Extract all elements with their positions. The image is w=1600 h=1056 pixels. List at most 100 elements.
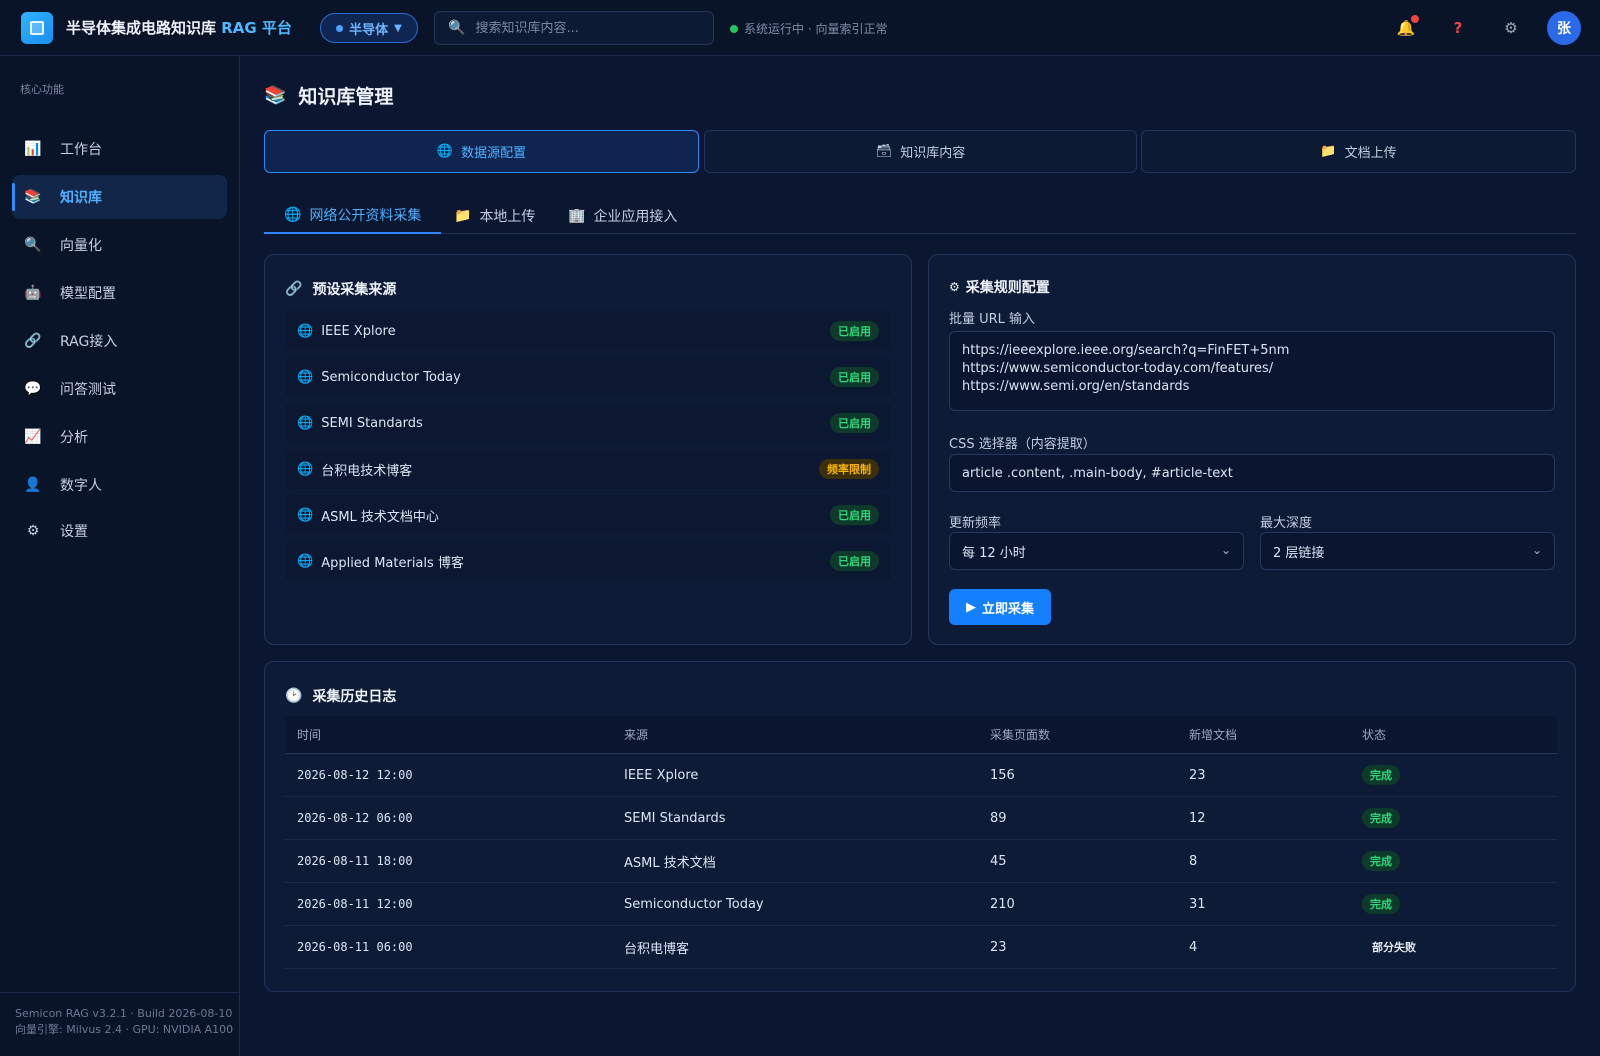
gear-icon: ⚙ — [949, 280, 960, 294]
run-crawl-label: 立即采集 — [981, 601, 1034, 617]
play-icon: ▶ — [965, 599, 976, 615]
cell-source: 台积电博客 — [624, 941, 690, 957]
notification-badge — [1411, 15, 1419, 23]
source-name: IEEE Xplore — [321, 323, 396, 339]
sidebar-item-label: 数字人 — [60, 478, 102, 494]
subtab-label: 网络公开资料采集 — [309, 208, 422, 224]
page-title-text: 知识库管理 — [298, 86, 394, 108]
status-badge: 频率限制 — [819, 459, 879, 479]
card-title: 🕑 采集历史日志 — [285, 686, 396, 706]
search-box: 🔍 — [434, 11, 714, 45]
sidebar-item-rag-integration[interactable]: 🔗 RAG接入 — [12, 319, 227, 363]
sidebar-item-label: RAG接入 — [60, 334, 118, 350]
status-badge: 已启用 — [830, 367, 879, 387]
globe-icon: 🌐 — [436, 144, 454, 159]
sidebar-item-vectorize[interactable]: 🔍 向量化 — [12, 223, 227, 267]
cell-pages: 45 — [990, 853, 1007, 869]
source-row[interactable]: 🌐 Applied Materials 博客 已启用 — [285, 541, 891, 581]
sidebar-footer: Semicon RAG v3.2.1 · Build 2026-08-10 向量… — [0, 992, 239, 1056]
cell-pages: 210 — [990, 896, 1015, 912]
sidebar-item-settings[interactable]: ⚙ 设置 — [12, 509, 227, 553]
settings-button[interactable]: ⚙ — [1497, 14, 1525, 42]
cell-source: ASML 技术文档 — [624, 855, 716, 871]
css-selector-input[interactable] — [949, 454, 1555, 492]
sidebar-item-digital-human[interactable]: 👤 数字人 — [12, 463, 227, 507]
tab-data-source-config[interactable]: 🌐 数据源配置 — [264, 130, 699, 173]
cell-pages: 89 — [990, 810, 1007, 826]
status-badge: 完成 — [1362, 808, 1400, 828]
status-badge: 已启用 — [830, 551, 879, 571]
table-row[interactable]: 2026-08-11 18:00 ASML 技术文档 45 8 完成 — [285, 840, 1557, 883]
app-logo-icon — [21, 12, 53, 44]
cell-time: 2026-08-12 06:00 — [297, 811, 413, 825]
source-name: Applied Materials 博客 — [321, 555, 464, 571]
sidebar-item-workbench[interactable]: 📊 工作台 — [12, 127, 227, 171]
building-icon: 🏢 — [568, 208, 586, 224]
cell-status: 完成 — [1362, 840, 1400, 882]
source-row[interactable]: 🌐 台积电技术博客 频率限制 — [285, 449, 891, 489]
source-row[interactable]: 🌐 SEMI Standards 已启用 — [285, 403, 891, 443]
globe-icon: 🌐 — [284, 207, 302, 223]
table-row[interactable]: 2026-08-12 06:00 SEMI Standards 89 12 完成 — [285, 797, 1557, 840]
cell-source: SEMI Standards — [624, 810, 726, 826]
card-title-text: 采集历史日志 — [312, 689, 397, 705]
question-mark-icon: ? — [1453, 19, 1463, 37]
search-icon: 🔍 — [24, 237, 42, 253]
cell-time: 2026-08-12 12:00 — [297, 768, 413, 782]
subtab-enterprise-integration[interactable]: 🏢 企业应用接入 — [548, 198, 697, 234]
notifications-button[interactable]: 🔔 — [1392, 14, 1420, 42]
sidebar-item-label: 工作台 — [60, 142, 102, 158]
domain-dot-icon — [336, 24, 344, 32]
subtab-web-crawl[interactable]: 🌐 网络公开资料采集 — [264, 198, 442, 234]
subtab-local-upload[interactable]: 📁 本地上传 — [434, 198, 555, 234]
table-row[interactable]: 2026-08-11 06:00 台积电博客 23 4 部分失败 — [285, 926, 1557, 969]
folder-icon: 📁 — [454, 208, 472, 224]
status-badge: 已启用 — [830, 505, 879, 525]
status-badge: 部分失败 — [1372, 941, 1416, 954]
card-title-text: 采集规则配置 — [965, 280, 1050, 296]
tab-label: 文档上传 — [1344, 146, 1397, 161]
tab-document-upload[interactable]: 📁 文档上传 — [1141, 130, 1576, 173]
max-depth-select[interactable]: 2 层链接 ⌄ — [1260, 532, 1555, 570]
sidebar-item-knowledge-base[interactable]: 📚 知识库 — [12, 175, 227, 219]
sidebar-item-analytics[interactable]: 📈 分析 — [12, 415, 227, 459]
search-input[interactable] — [475, 20, 696, 36]
page-title: 📚 知识库管理 — [264, 82, 393, 109]
run-crawl-button[interactable]: ▶ 立即采集 — [949, 589, 1051, 625]
gear-icon: ⚙ — [1504, 19, 1518, 37]
system-status: 系统运行中 · 向量索引正常 — [730, 20, 887, 37]
select-value: 2 层链接 — [1273, 545, 1325, 561]
update-frequency-select[interactable]: 每 12 小时 ⌄ — [949, 532, 1244, 570]
cell-pages: 23 — [990, 939, 1007, 955]
trend-icon: 📈 — [24, 429, 42, 445]
table-row[interactable]: 2026-08-12 12:00 IEEE Xplore 156 23 完成 — [285, 754, 1557, 797]
cell-source: IEEE Xplore — [624, 767, 699, 783]
tab-knowledge-content[interactable]: 🗃 知识库内容 — [704, 130, 1137, 173]
domain-selector[interactable]: 半导体 ▼ — [320, 13, 418, 43]
card-title: ⚙ 采集规则配置 — [949, 277, 1050, 297]
chevron-down-icon: ⌄ — [1220, 543, 1231, 557]
source-row[interactable]: 🌐 ASML 技术文档中心 已启用 — [285, 495, 891, 535]
sidebar-item-label: 设置 — [60, 524, 88, 540]
source-name: Semiconductor Today — [321, 369, 461, 385]
globe-icon: 🌐 — [297, 369, 314, 385]
version-info: Semicon RAG v3.2.1 · Build 2026-08-10 — [15, 1007, 233, 1020]
user-avatar[interactable]: 张 — [1547, 11, 1581, 45]
cell-new-docs: 31 — [1189, 896, 1206, 912]
sub-tabs: 🌐 网络公开资料采集 📁 本地上传 🏢 企业应用接入 — [264, 198, 1576, 234]
sidebar-item-label: 知识库 — [60, 190, 102, 206]
cell-new-docs: 4 — [1189, 939, 1198, 955]
batch-url-input[interactable]: https://ieeexplore.ieee.org/search?q=Fin… — [949, 331, 1555, 411]
source-row[interactable]: 🌐 IEEE Xplore 已启用 — [285, 311, 891, 351]
help-button[interactable]: ? — [1444, 14, 1472, 42]
cell-status: 部分失败 — [1362, 926, 1424, 968]
source-row[interactable]: 🌐 Semiconductor Today 已启用 — [285, 357, 891, 397]
sidebar-item-qa-test[interactable]: 💬 问答测试 — [12, 367, 227, 411]
cell-time: 2026-08-11 12:00 — [297, 897, 413, 911]
status-badge: 完成 — [1362, 765, 1400, 785]
sidebar-item-model-config[interactable]: 🤖 模型配置 — [12, 271, 227, 315]
column-header: 时间 — [297, 728, 322, 742]
table-row[interactable]: 2026-08-11 12:00 Semiconductor Today 210… — [285, 883, 1557, 926]
status-badge: 已启用 — [830, 321, 879, 341]
max-depth-label: 最大深度 — [1260, 516, 1313, 531]
